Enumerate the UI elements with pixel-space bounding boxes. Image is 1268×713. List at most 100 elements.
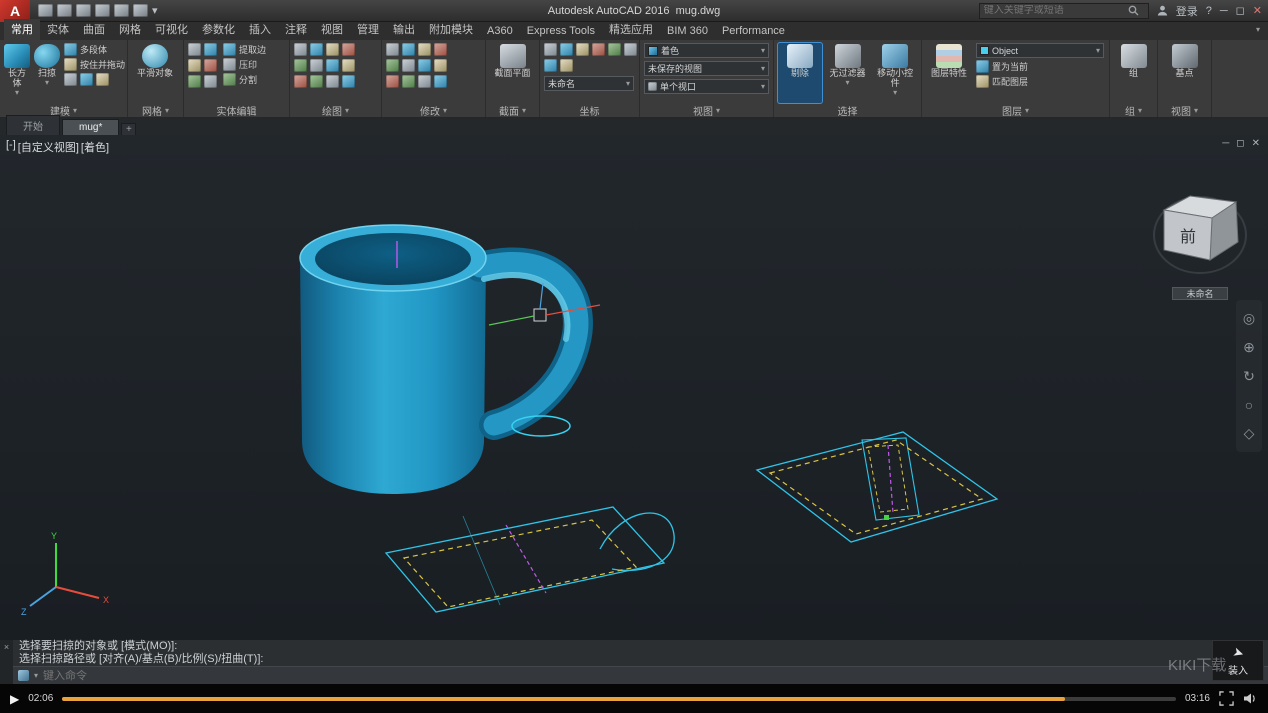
command-options-icon[interactable] — [18, 670, 29, 681]
ribbon-tab[interactable]: 附加模块 — [422, 19, 480, 40]
polysolid-button[interactable]: 多段体 — [64, 43, 125, 56]
fullscreen-icon[interactable] — [1219, 691, 1234, 706]
panel-label-modify[interactable]: 修改 ▾ — [382, 103, 485, 118]
tool-icon[interactable] — [204, 59, 217, 72]
tool-icon[interactable] — [294, 43, 307, 56]
tool-icon[interactable] — [64, 73, 77, 86]
ribbon-tab[interactable]: BIM 360 — [660, 23, 715, 40]
ribbon-tab[interactable]: Performance — [715, 23, 792, 40]
tool-icon[interactable] — [326, 75, 339, 88]
viewport-config-dropdown[interactable]: 单个视口 ▾ — [644, 79, 769, 94]
viewcube[interactable]: 前 未命名 — [1150, 180, 1250, 300]
tool-icon[interactable] — [310, 59, 323, 72]
tool-icon[interactable] — [342, 43, 355, 56]
viewport-menu-control[interactable]: [-] — [6, 139, 16, 155]
tool-icon[interactable] — [310, 75, 323, 88]
ribbon-tab[interactable]: 网格 — [112, 19, 148, 40]
print-icon[interactable] — [95, 4, 110, 17]
tool-icon[interactable] — [560, 59, 573, 72]
tool-icon[interactable] — [310, 43, 323, 56]
signin-button[interactable]: 登录 — [1176, 3, 1198, 19]
separate-button[interactable]: 分割 — [223, 73, 266, 86]
tool-icon[interactable] — [402, 43, 415, 56]
smooth-object-button[interactable]: 平滑对象 — [132, 43, 178, 103]
ribbon-tab[interactable]: 参数化 — [195, 19, 242, 40]
tool-icon[interactable] — [188, 43, 201, 56]
vp-minimize-button[interactable]: ─ — [1222, 138, 1229, 149]
vp-restore-button[interactable]: ◻ — [1236, 138, 1244, 149]
selection-filter-dropdown[interactable]: 无过滤器 ▾ — [826, 43, 870, 103]
tool-icon[interactable] — [434, 59, 447, 72]
progress-bar[interactable] — [62, 696, 1176, 701]
nav-icon[interactable]: ↻ — [1243, 368, 1255, 385]
ribbon-tab[interactable]: 常用 — [4, 19, 40, 40]
tool-icon[interactable] — [204, 75, 217, 88]
tool-icon[interactable] — [342, 59, 355, 72]
tool-icon[interactable] — [434, 43, 447, 56]
flattened-sketch-right[interactable] — [755, 431, 999, 543]
panel-label-section[interactable]: 截面 ▾ — [486, 103, 539, 118]
drawing-viewport[interactable]: Y X Z [-] [自定义视图] [着色] ─ ◻ ✕ 前 未命名 ◎ ⊕ ↻… — [0, 135, 1268, 640]
sweep-button[interactable]: 扫掠 ▾ — [34, 43, 60, 103]
mug-3d-model[interactable] — [299, 224, 593, 494]
box-flyout-icon[interactable]: ▾ — [15, 88, 19, 98]
panel-label-selection[interactable]: 选择 — [774, 103, 921, 118]
tool-icon[interactable] — [326, 43, 339, 56]
maximize-button[interactable]: ◻ — [1236, 4, 1245, 17]
minimize-button[interactable]: ─ — [1220, 5, 1228, 17]
tool-icon[interactable] — [188, 59, 201, 72]
extract-edges-button[interactable]: 提取边 — [223, 43, 266, 56]
nav-icon[interactable]: ⊕ — [1243, 339, 1255, 356]
ribbon-tab[interactable]: 输出 — [386, 19, 422, 40]
ribbon-tab[interactable]: 插入 — [242, 19, 278, 40]
visual-style-control[interactable]: [着色] — [81, 139, 109, 155]
search-icon[interactable] — [1128, 5, 1139, 16]
layer-properties-button[interactable]: 图层特性 — [926, 43, 972, 103]
undo-icon[interactable] — [114, 4, 129, 17]
imprint-button[interactable]: 压印 — [223, 58, 266, 71]
tool-icon[interactable] — [560, 43, 573, 56]
play-button[interactable]: ▶ — [10, 692, 19, 706]
group-button[interactable]: 组 — [1114, 43, 1153, 103]
new-drawing-tab-button[interactable]: + — [121, 123, 137, 135]
panel-label-view[interactable]: 视图 ▾ — [640, 103, 773, 118]
layer-dropdown[interactable]: Object ▾ — [976, 43, 1104, 58]
ribbon-collapse-icon[interactable]: ▾ — [1256, 25, 1260, 34]
presspull-button[interactable]: 按住并拖动 — [64, 58, 125, 71]
save-icon[interactable] — [76, 4, 91, 17]
tool-icon[interactable] — [418, 59, 431, 72]
tool-icon[interactable] — [544, 43, 557, 56]
open-icon[interactable] — [57, 4, 72, 17]
make-current-button[interactable]: 置为当前 — [976, 60, 1104, 73]
ucs-icon[interactable]: Y X Z — [21, 531, 109, 617]
flattened-sketch-left[interactable] — [384, 506, 675, 613]
tool-icon[interactable] — [342, 75, 355, 88]
visual-style-dropdown[interactable]: 着色 ▾ — [644, 43, 769, 58]
load-button[interactable]: ➤ 装入 — [1212, 640, 1264, 681]
command-input[interactable] — [43, 669, 444, 682]
search-input[interactable] — [983, 5, 1124, 16]
qat-dropdown-icon[interactable]: ▾ — [152, 4, 158, 17]
ribbon-tab[interactable]: 管理 — [350, 19, 386, 40]
panel-label-view-right[interactable]: 视图 ▾ — [1158, 103, 1211, 118]
tool-icon[interactable] — [576, 43, 589, 56]
tool-icon[interactable] — [386, 43, 399, 56]
tool-icon[interactable] — [386, 75, 399, 88]
ribbon-tab[interactable]: A360 — [480, 23, 520, 40]
viewcube-front-face[interactable]: 前 — [1180, 228, 1196, 246]
named-view-dropdown[interactable]: 未保存的视图 ▾ — [644, 61, 769, 76]
tool-icon[interactable] — [608, 43, 621, 56]
tool-icon[interactable] — [624, 43, 637, 56]
file-tab-start[interactable]: 开始 — [6, 115, 60, 135]
panel-label-mesh[interactable]: 网格 ▾ — [128, 103, 183, 118]
ribbon-tab[interactable]: 可视化 — [148, 19, 195, 40]
panel-label-coordinates[interactable]: 坐标 — [540, 103, 639, 118]
tool-icon[interactable] — [188, 75, 201, 88]
ribbon-tab[interactable]: 实体 — [40, 19, 76, 40]
ribbon-tab[interactable]: 注释 — [278, 19, 314, 40]
tool-icon[interactable] — [80, 73, 93, 86]
ribbon-tab[interactable]: 曲面 — [76, 19, 112, 40]
grip-point[interactable] — [884, 515, 889, 520]
tool-icon[interactable] — [418, 75, 431, 88]
ribbon-tab[interactable]: Express Tools — [520, 23, 602, 40]
